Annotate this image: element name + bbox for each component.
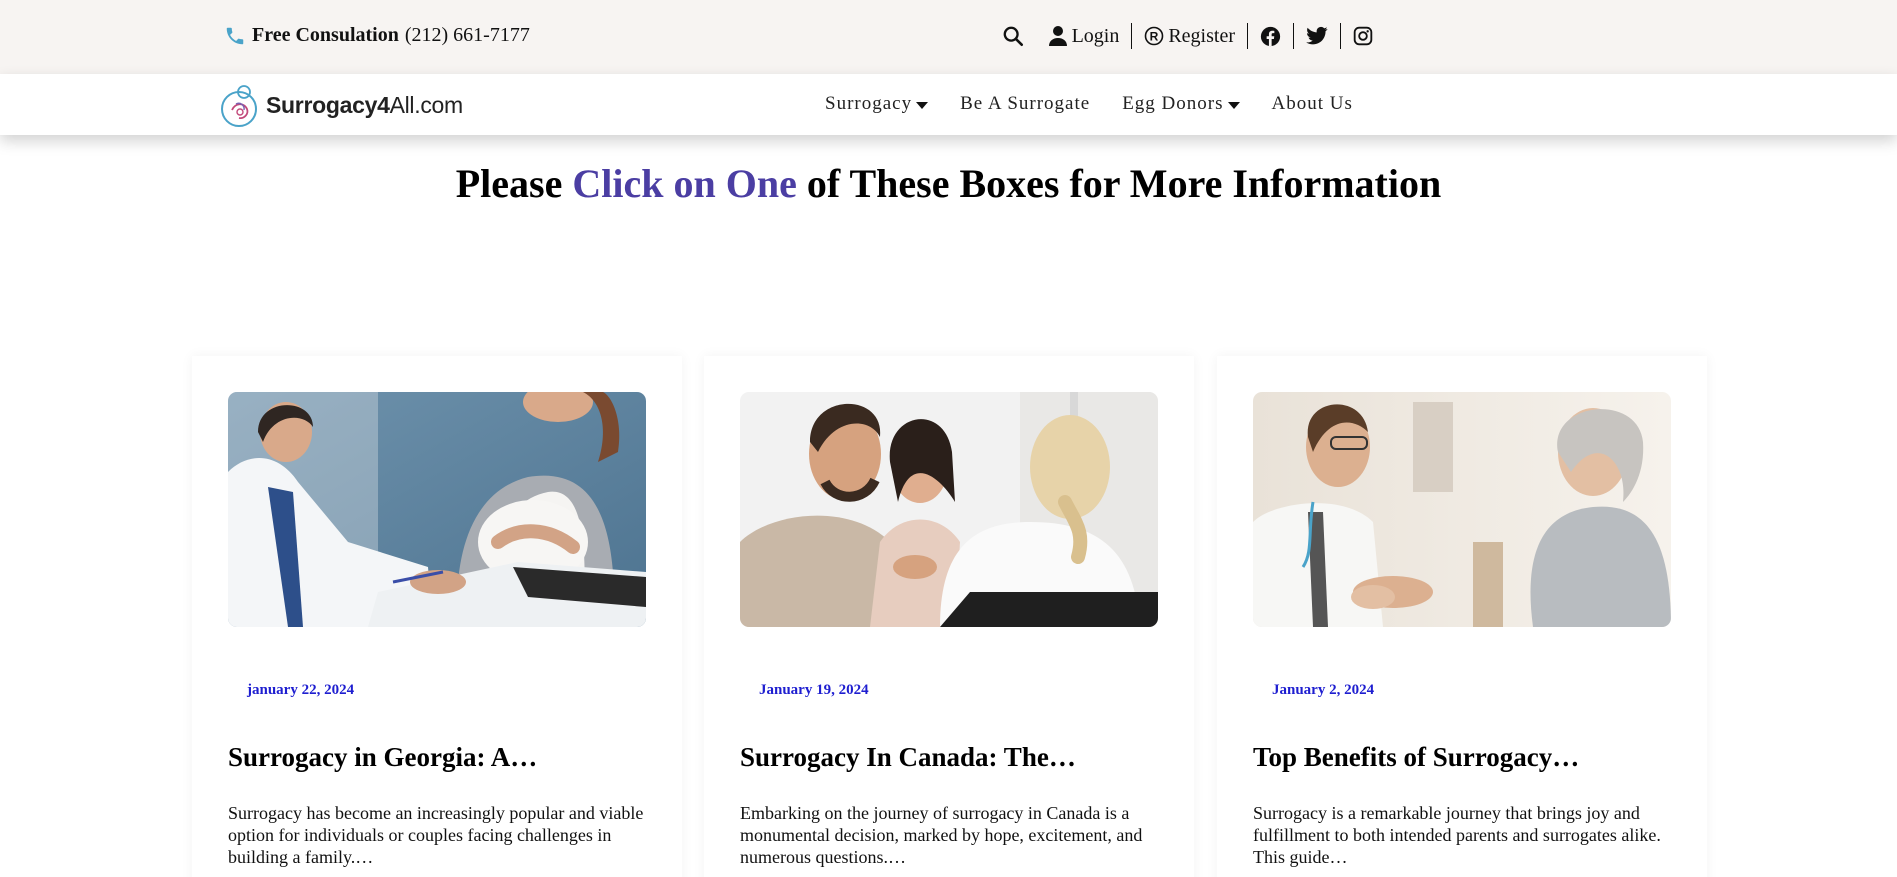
nav-label: Surrogacy	[825, 93, 913, 114]
nav-item-surrogacy[interactable]: Surrogacy	[825, 93, 929, 115]
top-bar: Free Consulation (212) 661-7177 Login R …	[0, 0, 1897, 74]
post-title[interactable]: Surrogacy in Georgia: A…	[228, 742, 537, 773]
login-link[interactable]: Login	[1036, 22, 1132, 50]
post-excerpt: Surrogacy is a remarkable journey that b…	[1253, 803, 1661, 867]
post-title[interactable]: Surrogacy In Canada: The…	[740, 742, 1076, 773]
post-date: january 22, 2024	[247, 682, 355, 698]
page-heading: Please Click on One of These Boxes for M…	[455, 161, 1442, 206]
nav-label: About Us	[1271, 93, 1353, 114]
phone-icon	[226, 27, 244, 44]
site-logo[interactable]: Surrogacy4All.com	[218, 80, 463, 130]
post-image[interactable]	[740, 392, 1158, 627]
consultation-label: Free Consulation	[252, 24, 399, 46]
login-label: Login	[1071, 24, 1120, 47]
top-actions: Login R Register	[990, 22, 1385, 50]
couple-consult-photo	[740, 392, 1158, 627]
registered-icon: R	[1145, 26, 1164, 46]
post-image[interactable]	[1253, 392, 1671, 627]
free-consultation[interactable]: Free Consulation (212) 661-7177	[224, 24, 530, 47]
svg-text:R: R	[1150, 30, 1159, 44]
facebook-link[interactable]	[1248, 22, 1293, 50]
facebook-icon	[1260, 26, 1281, 46]
logo-text: Surrogacy4All.com	[266, 91, 463, 118]
logo-icon	[221, 85, 257, 127]
post-excerpt: Surrogacy has become an increasingly pop…	[228, 803, 644, 867]
post-card[interactable]: January 2, 2024 Top Benefits of Surrogac…	[1217, 356, 1707, 877]
instagram-link[interactable]	[1341, 22, 1385, 50]
main-nav: Surrogacy Be A Surrogate Egg Donors Abou…	[825, 93, 1353, 115]
instagram-icon	[1353, 26, 1373, 46]
twitter-icon	[1306, 26, 1328, 45]
nav-label: Be A Surrogate	[960, 93, 1091, 114]
post-excerpt: Embarking on the journey of surrogacy in…	[740, 803, 1143, 867]
search-icon	[1003, 26, 1023, 46]
register-link[interactable]: R Register	[1132, 22, 1247, 50]
doctor-pregnant-photo	[228, 392, 646, 627]
post-image[interactable]	[228, 392, 646, 627]
caret-down-icon	[916, 101, 929, 109]
search-button[interactable]	[990, 22, 1036, 50]
nav-label: Egg Donors	[1122, 93, 1224, 114]
heading-accent: Click on One	[572, 161, 797, 206]
doctor-elderly-photo	[1253, 392, 1671, 627]
post-card[interactable]: January 19, 2024 Surrogacy In Canada: Th…	[704, 356, 1194, 877]
main-navbar: Surrogacy4All.com Surrogacy Be A Surroga…	[0, 74, 1897, 135]
phone-number[interactable]: (212) 661-7177	[405, 24, 530, 47]
twitter-link[interactable]	[1294, 22, 1340, 50]
nav-item-egg-donors[interactable]: Egg Donors	[1122, 93, 1240, 115]
caret-down-icon	[1227, 101, 1240, 109]
post-date: January 19, 2024	[759, 682, 869, 698]
post-date: January 2, 2024	[1272, 682, 1375, 698]
nav-item-be-a-surrogate[interactable]: Be A Surrogate	[960, 93, 1090, 115]
register-label: Register	[1168, 24, 1235, 47]
nav-item-about-us[interactable]: About Us	[1272, 93, 1353, 115]
post-card[interactable]: january 22, 2024 Surrogacy in Georgia: A…	[192, 356, 682, 877]
post-title[interactable]: Top Benefits of Surrogacy…	[1253, 742, 1579, 773]
user-icon	[1048, 26, 1067, 46]
